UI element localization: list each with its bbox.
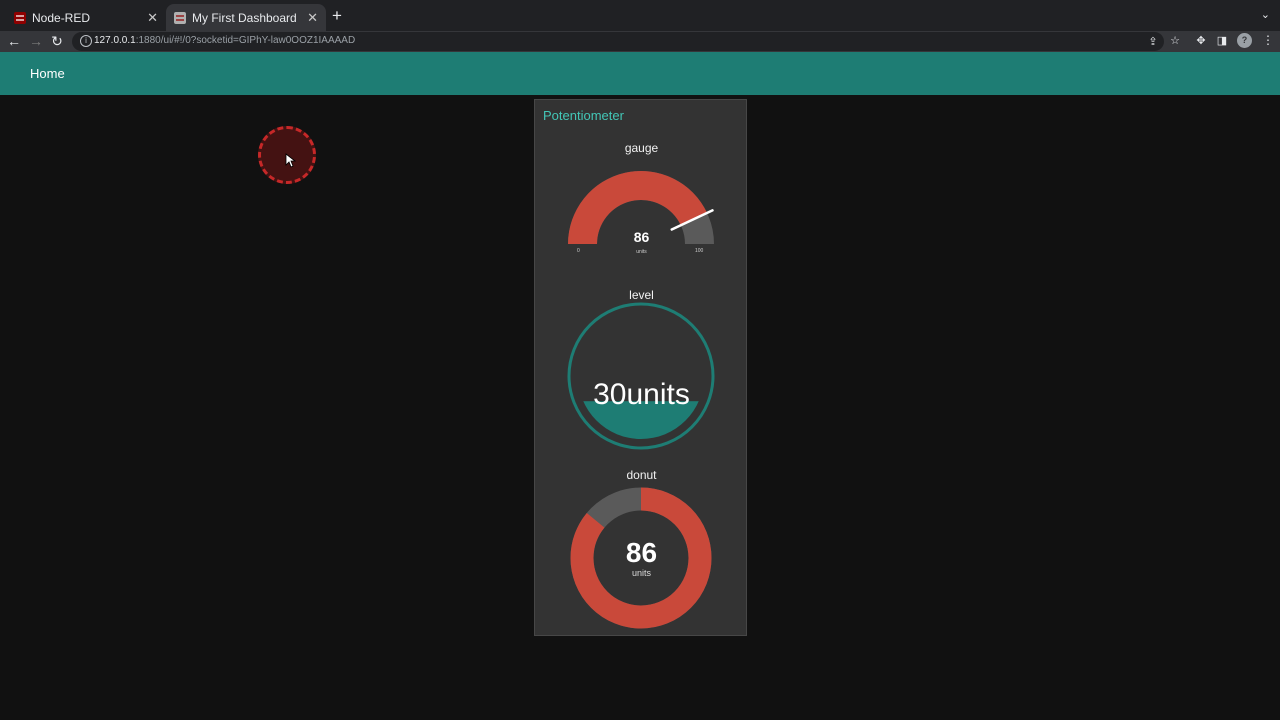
extensions-icon[interactable]: ✥ (1194, 34, 1208, 48)
donut-label: donut (626, 468, 657, 482)
chevron-down-icon[interactable]: ⌄ (1261, 8, 1270, 21)
forward-arrow-icon[interactable]: → (27, 32, 45, 50)
url-path: :1880/ui/#!/0?socketid=GIPhY-law0OOZ1IAA… (135, 35, 356, 46)
url-host: 127.0.0.1 (94, 35, 136, 46)
star-icon[interactable]: ☆ (1168, 34, 1182, 48)
gauge-max-label: 100 (695, 248, 704, 254)
address-bar[interactable]: i 127.0.0.1:1880/ui/#!/0?socketid=GIPhY-… (72, 32, 1164, 51)
reload-icon[interactable]: ↻ (48, 32, 66, 50)
gauge-min-label: 0 (577, 248, 580, 254)
level-value: 30units (593, 378, 690, 411)
tab-my-first-dashboard[interactable]: My First Dashboard ✕ (166, 4, 326, 31)
browser-toolbar: ← → ↻ i 127.0.0.1:1880/ui/#!/0?socketid=… (0, 31, 1280, 52)
profile-avatar[interactable]: ? (1237, 33, 1252, 48)
side-panel-icon[interactable]: ◨ (1215, 34, 1229, 48)
browser-tab-strip: Node-RED ✕ My First Dashboard ✕ + ⌄ (0, 0, 1280, 31)
back-arrow-icon[interactable]: ← (5, 32, 23, 50)
info-icon[interactable]: i (80, 35, 92, 47)
tab-label: Node-RED (32, 10, 91, 25)
donut-value: 86 (625, 537, 658, 568)
close-icon[interactable]: ✕ (307, 10, 318, 26)
close-icon[interactable]: ✕ (147, 10, 158, 26)
node-red-icon (14, 11, 26, 24)
tab-label: My First Dashboard (192, 10, 297, 25)
dashboard-header: Home (0, 52, 1280, 95)
url-text: 127.0.0.1:1880/ui/#!/0?socketid=GIPhY-la… (94, 35, 355, 46)
more-vert-icon[interactable]: ⋮ (1262, 33, 1274, 48)
potentiometer-card: Potentiometer gauge 86 units 0 100 level… (534, 99, 747, 636)
page-title: Home (30, 66, 65, 81)
gauge-widget (568, 171, 714, 244)
share-icon[interactable]: ⇪ (1146, 35, 1160, 49)
dashboard-icon (174, 11, 186, 24)
new-tab-button[interactable]: + (332, 6, 342, 26)
gauge-units: units (636, 249, 647, 255)
tab-node-red[interactable]: Node-RED ✕ (6, 4, 166, 31)
gauge-value: 86 (633, 229, 650, 245)
gauge-label: gauge (624, 141, 659, 155)
donut-units: units (631, 568, 651, 578)
mouse-cursor-icon (285, 153, 297, 168)
card-title: Potentiometer (543, 108, 624, 123)
